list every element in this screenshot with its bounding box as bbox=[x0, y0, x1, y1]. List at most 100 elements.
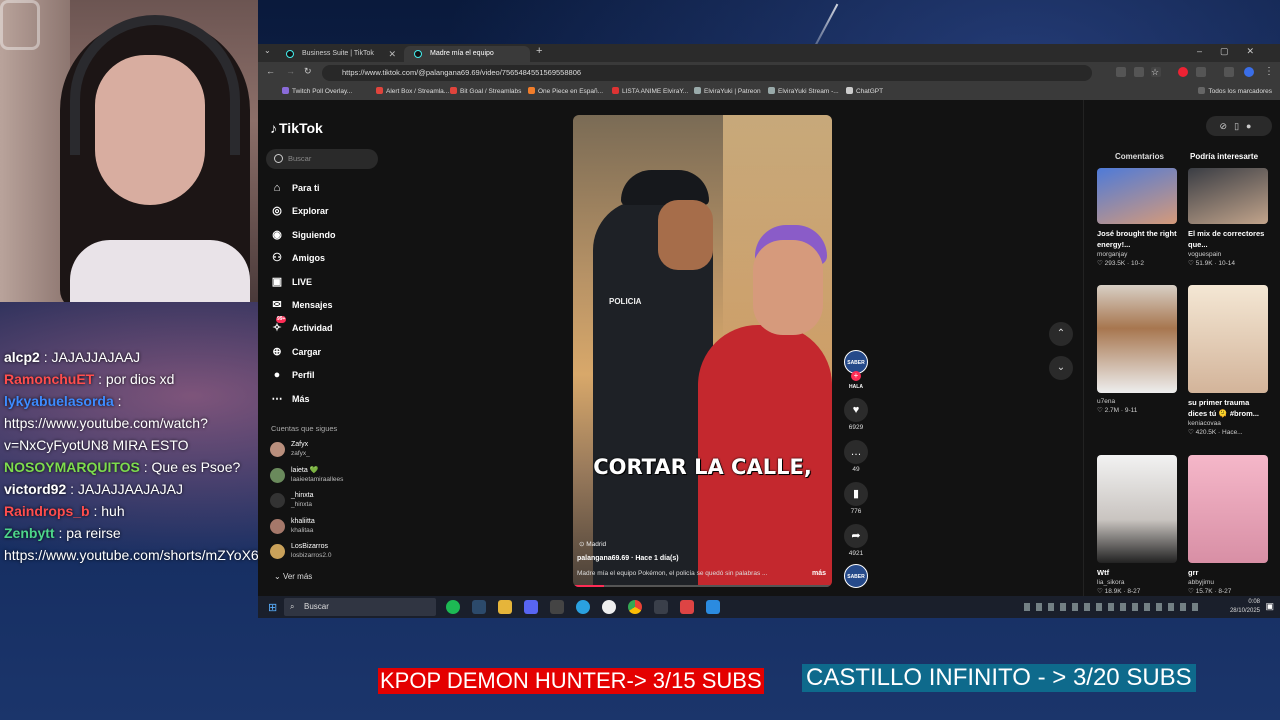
video-more-button[interactable]: más bbox=[812, 570, 826, 577]
extension-icon[interactable] bbox=[1116, 67, 1126, 77]
sidebar-item-amigos[interactable]: ⚇ Amigos bbox=[270, 250, 325, 266]
forward-icon[interactable]: → bbox=[286, 66, 295, 76]
share-action[interactable]: ➦ 4921 bbox=[842, 524, 870, 557]
star-icon[interactable]: ☆ bbox=[1151, 67, 1161, 77]
following-account[interactable]: laieta 💚 laaieetamiraallees bbox=[270, 466, 343, 486]
new-tab-icon[interactable]: + bbox=[536, 45, 542, 57]
translate-icon[interactable] bbox=[1134, 67, 1144, 77]
video-progress-bar[interactable] bbox=[573, 585, 832, 587]
app-icon[interactable] bbox=[602, 600, 616, 614]
tab-recommendations[interactable]: Podría interesarte bbox=[1190, 152, 1258, 161]
sidebar-item-live[interactable]: ▣ LIVE bbox=[270, 274, 312, 290]
app-blue-icon[interactable] bbox=[706, 600, 720, 614]
recommended-video[interactable]: José brought the right energy!... morganj… bbox=[1097, 168, 1179, 269]
spotify-icon[interactable] bbox=[446, 600, 460, 614]
music-disc-avatar[interactable]: SABER HALA bbox=[844, 564, 868, 604]
save-action[interactable]: ▮ 776 bbox=[842, 482, 870, 515]
bookmark-item[interactable]: LISTA ANIME ElviraY... bbox=[612, 84, 688, 100]
sidebar-item-perfil[interactable]: ● Perfil bbox=[270, 367, 315, 383]
recommended-video[interactable]: u7ena ♡ 2.7M · 9-11 bbox=[1097, 285, 1179, 416]
bookmark-item[interactable]: One Piece en Españ... bbox=[528, 84, 603, 100]
like-action[interactable]: ♥ 6929 bbox=[842, 398, 870, 431]
video-author-line[interactable]: palangana69.69 · Hace 1 día(s) bbox=[577, 555, 679, 562]
windows-start-icon[interactable]: ⊞ bbox=[268, 601, 277, 614]
bookmark-item[interactable]: ElviraYuki Stream -... bbox=[768, 84, 839, 100]
following-account[interactable]: LosBizarros losbizarros2.0 bbox=[270, 542, 331, 562]
sidebar-item-mensajes[interactable]: ✉ Mensajes bbox=[270, 297, 332, 313]
following-account[interactable]: khaliitta khalitaa bbox=[270, 517, 315, 537]
menu-icon[interactable]: ⋮ bbox=[1264, 67, 1274, 77]
video-username[interactable]: abbyjimu bbox=[1188, 578, 1270, 587]
video-username[interactable]: u7ena bbox=[1097, 397, 1179, 406]
file-explorer-icon[interactable] bbox=[498, 600, 512, 614]
terminal-icon[interactable] bbox=[654, 600, 668, 614]
following-account[interactable]: _hinxta _hinxta bbox=[270, 491, 314, 511]
sidebar-item-explorar[interactable]: ◎ Explorar bbox=[270, 203, 328, 219]
bookmark-item[interactable]: ElviraYuki | Patreon bbox=[694, 84, 761, 100]
media-icon[interactable] bbox=[1224, 67, 1234, 77]
profile-avatar[interactable] bbox=[1244, 67, 1254, 77]
chat-username[interactable]: alcp2 bbox=[4, 349, 40, 365]
puzzle-icon[interactable] bbox=[1196, 67, 1206, 77]
tab-video[interactable]: Madre mía el equipo Pokémon... ✕ bbox=[404, 46, 530, 75]
bookmark-item[interactable]: ChatGPT bbox=[846, 84, 883, 100]
chat-username[interactable]: lykyabuelasorda bbox=[4, 393, 114, 409]
video-username[interactable]: morganjay bbox=[1097, 250, 1179, 259]
recommended-video[interactable]: El mix de correctores que... voguespain ♡ … bbox=[1188, 168, 1270, 269]
video-username[interactable]: lia_sikora bbox=[1097, 578, 1179, 587]
sidebar-item-parati[interactable]: ⌂ Para ti bbox=[270, 180, 320, 196]
all-bookmarks-link[interactable]: Todos los marcadores bbox=[1198, 84, 1272, 100]
record-extension-icon[interactable] bbox=[1178, 67, 1188, 77]
recommended-video[interactable]: grr abbyjimu ♡ 15.7K · 8-27 bbox=[1188, 455, 1270, 597]
panel-icons[interactable]: ⊘▯● bbox=[1206, 116, 1272, 136]
video-thumbnail[interactable] bbox=[1188, 455, 1268, 563]
previous-video-chevron-up-icon[interactable]: ⌃ bbox=[1049, 322, 1073, 346]
video-thumbnail[interactable] bbox=[1097, 168, 1177, 224]
tab-business-suite[interactable]: Business Suite | TikTok ✕ bbox=[276, 46, 400, 62]
video-username[interactable]: keniacovaa bbox=[1188, 419, 1270, 428]
steam-icon[interactable] bbox=[472, 600, 486, 614]
app-grid-icon[interactable] bbox=[680, 600, 694, 614]
video-location[interactable]: ⊙ Madrid bbox=[579, 540, 606, 548]
sidebar-item-actividad[interactable]: ✧ Actividad 99+ bbox=[270, 316, 333, 336]
video-username[interactable]: voguespain bbox=[1188, 250, 1270, 259]
bookmark-item[interactable]: Twitch Poll Overlay... bbox=[282, 84, 352, 100]
video-thumbnail[interactable] bbox=[1188, 285, 1268, 393]
video-player[interactable]: POLICIA CORTAR LA CALLE, ⊙ Madrid palang… bbox=[573, 115, 832, 587]
video-thumbnail[interactable] bbox=[1097, 455, 1177, 563]
sidebar-item-siguiendo[interactable]: ◉ Siguiendo bbox=[270, 227, 335, 243]
address-bar[interactable]: https://www.tiktok.com/@palangana69.69/v… bbox=[322, 65, 1092, 81]
search-input[interactable]: Buscar bbox=[266, 149, 378, 169]
tab-search-icon[interactable]: ⌄ bbox=[264, 46, 271, 55]
chat-username[interactable]: Raindrops_b bbox=[4, 503, 90, 519]
chat-username[interactable]: Zenbytt bbox=[4, 525, 55, 541]
telegram-icon[interactable] bbox=[576, 600, 590, 614]
tiktok-logo[interactable]: ♪ TikTok bbox=[270, 120, 323, 136]
video-thumbnail[interactable] bbox=[1097, 285, 1177, 393]
tab-comments[interactable]: Comentarios bbox=[1115, 152, 1164, 161]
taskbar-search[interactable]: ⌕ Buscar bbox=[284, 598, 436, 616]
following-account[interactable]: Zafyx zafyx_ bbox=[270, 440, 310, 460]
sidebar-item-ms[interactable]: ⋯ Más bbox=[270, 391, 310, 407]
reload-icon[interactable]: ↻ bbox=[304, 66, 312, 77]
obs-icon[interactable] bbox=[550, 600, 564, 614]
taskbar-clock[interactable]: 0:08 28/10/2025 bbox=[1230, 598, 1260, 616]
recommended-video[interactable]: Wtf lia_sikora ♡ 18.9K · 8-27 bbox=[1097, 455, 1179, 597]
comment-action[interactable]: … 49 bbox=[842, 440, 870, 473]
back-icon[interactable]: ← bbox=[266, 66, 275, 76]
notification-icon[interactable]: ▣ bbox=[1265, 601, 1274, 612]
bookmark-item[interactable]: Alert Box / Streamla... bbox=[376, 84, 449, 100]
chrome-icon[interactable] bbox=[628, 600, 642, 614]
next-video-chevron-down-icon[interactable]: ⌄ bbox=[1049, 356, 1073, 380]
discord-icon[interactable] bbox=[524, 600, 538, 614]
video-thumbnail[interactable] bbox=[1188, 168, 1268, 224]
chat-username[interactable]: victord92 bbox=[4, 481, 66, 497]
see-more-link[interactable]: ⌄ Ver más bbox=[274, 572, 312, 581]
window-controls[interactable]: –▢✕ bbox=[1197, 46, 1272, 57]
recommended-video[interactable]: su primer trauma dices tú 🫠 #brom... keni… bbox=[1188, 285, 1270, 438]
system-tray[interactable] bbox=[1024, 603, 1204, 611]
chat-username[interactable]: RamonchuET bbox=[4, 371, 94, 387]
close-tab-icon[interactable]: ✕ bbox=[388, 46, 396, 62]
follow-plus-icon[interactable]: + bbox=[851, 371, 861, 381]
chat-username[interactable]: NOSOYMARQUITOS bbox=[4, 459, 140, 475]
